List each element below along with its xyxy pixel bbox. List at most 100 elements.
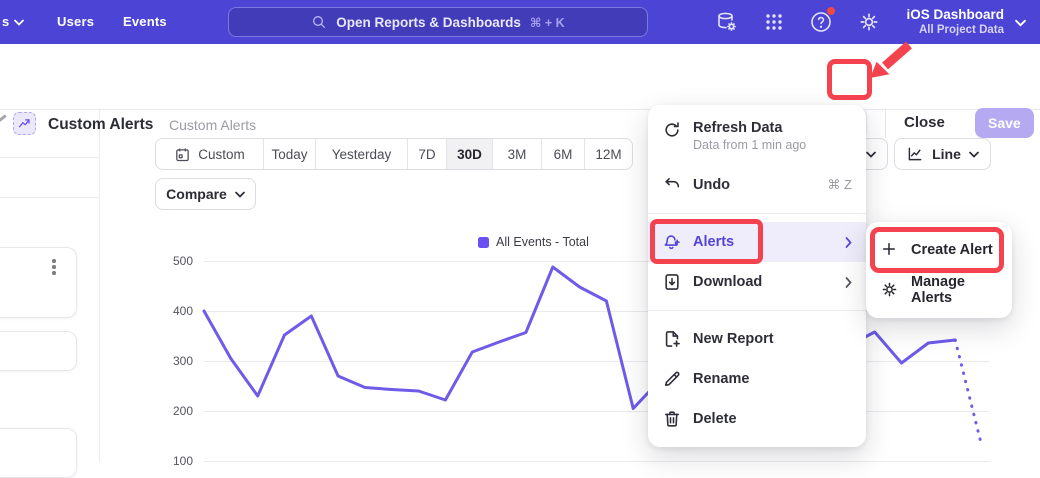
gridline (204, 411, 990, 412)
date-range-7d[interactable]: 7D (408, 139, 447, 169)
left-panel-separator (0, 197, 99, 198)
date-range-label: 3M (508, 147, 527, 162)
insights-report-icon (13, 112, 36, 135)
menu-label: Undo (693, 177, 730, 193)
chevron-down-icon (14, 19, 24, 26)
submenu-label: Create Alert (911, 242, 993, 258)
left-panel-separator (0, 157, 99, 158)
menu-refresh-subtitle: Data from 1 min ago (693, 138, 806, 152)
pencil-icon (662, 369, 682, 389)
compare-button[interactable]: Compare (155, 178, 256, 210)
y-axis-tick: 200 (150, 404, 193, 418)
nav-item-events[interactable]: Events (123, 14, 167, 29)
breadcrumb: Custom Alerts (169, 117, 256, 133)
project-data-scope: All Project Data (906, 23, 1004, 37)
chevron-down-icon (235, 191, 245, 198)
submenu-label: Manage Alerts (911, 274, 998, 306)
menu-item-undo[interactable]: Undo ⌘ Z (648, 165, 866, 205)
search-input[interactable]: Open Reports & Dashboards ⌘ + K (228, 7, 648, 37)
legend-color-swatch (478, 237, 489, 248)
apps-grid-icon[interactable] (762, 10, 786, 34)
menu-item-download[interactable]: Download (648, 262, 866, 302)
nav-item-users[interactable]: Users (57, 14, 94, 29)
search-placeholder: Open Reports & Dashboards (336, 15, 521, 30)
alerts-submenu: Create Alert Manage Alerts (866, 222, 1012, 318)
menu-item-rename[interactable]: Rename (648, 359, 866, 399)
chevron-down-icon (969, 151, 979, 158)
submenu-item-create-alert[interactable]: Create Alert (866, 230, 1012, 270)
date-range-yesterday[interactable]: Yesterday (316, 139, 408, 169)
submenu-item-manage-alerts[interactable]: Manage Alerts (866, 270, 1012, 310)
line-chart-icon (906, 145, 924, 163)
chart-type-button[interactable]: Line (894, 138, 991, 170)
date-range-today[interactable]: Today (264, 139, 316, 169)
menu-divider (648, 213, 866, 214)
menu-label: New Report (693, 331, 774, 347)
notification-badge (826, 6, 836, 16)
chevron-down-icon (1015, 19, 1026, 27)
more-options-menu: Refresh Data Data from 1 min ago Undo ⌘ … (648, 105, 866, 447)
truncated-nav-item[interactable]: s (2, 14, 9, 29)
date-range-3m[interactable]: 3M (493, 139, 542, 169)
save-button[interactable]: Save (975, 108, 1034, 138)
refresh-icon (662, 120, 682, 140)
alert-bell-icon (662, 232, 682, 252)
menu-label: Refresh Data (693, 120, 806, 136)
plus-icon (880, 240, 900, 260)
menu-item-alerts[interactable]: Alerts (648, 222, 866, 262)
y-axis-tick: 100 (150, 454, 193, 468)
chevron-right-icon (845, 237, 852, 248)
header-divider (885, 108, 886, 138)
kebab-menu-icon[interactable] (50, 257, 58, 277)
gear-icon (880, 280, 900, 300)
chart-type-label: Line (932, 146, 961, 162)
search-shortcut: ⌘ + K (530, 15, 565, 30)
gridline (204, 361, 990, 362)
y-axis-tick: 300 (150, 354, 193, 368)
trash-icon (662, 409, 682, 429)
menu-divider (648, 310, 866, 311)
chevron-down-icon (866, 151, 876, 158)
collapsed-icon-fragment (0, 114, 7, 123)
data-management-icon[interactable] (714, 10, 738, 34)
menu-label: Alerts (693, 234, 734, 250)
sidebar-card[interactable] (0, 247, 77, 318)
top-navbar: s Users Events Open Reports & Dashboards… (0, 0, 1040, 44)
new-report-icon (662, 329, 682, 349)
date-range-label: 6M (554, 147, 573, 162)
date-range-30d-selected[interactable]: 30D (447, 139, 493, 169)
date-range-custom[interactable]: Custom (156, 139, 264, 169)
report-header: Custom Alerts Custom Alerts GV Duplicate… (0, 44, 1040, 110)
compare-label: Compare (166, 186, 227, 202)
dashboard-name: iOS Dashboard (906, 6, 1004, 23)
date-range-label: 7D (418, 147, 435, 162)
close-button[interactable]: Close (904, 114, 945, 131)
chevron-right-icon (845, 277, 852, 288)
calendar-icon (174, 146, 191, 163)
date-range-control: Custom Today Yesterday 7D 30D 3M 6M 12M (155, 138, 633, 170)
page-title: Custom Alerts (48, 116, 153, 134)
keyboard-shortcut: ⌘ Z (827, 177, 852, 193)
sidebar-card[interactable] (0, 428, 77, 478)
menu-item-new-report[interactable]: New Report (648, 319, 866, 359)
date-range-label: Today (271, 147, 307, 162)
menu-label: Rename (693, 371, 749, 387)
date-range-12m[interactable]: 12M (585, 139, 632, 169)
chart-legend[interactable]: All Events - Total (478, 235, 589, 249)
menu-item-delete[interactable]: Delete (648, 399, 866, 439)
left-panel-divider (99, 110, 100, 462)
menu-label: Delete (693, 411, 737, 427)
date-range-label: Yesterday (332, 147, 392, 162)
date-range-label: 12M (595, 147, 621, 162)
menu-label: Download (693, 274, 762, 290)
search-icon (311, 14, 327, 30)
sidebar-card[interactable] (0, 331, 77, 371)
project-switcher[interactable]: iOS Dashboard All Project Data (906, 6, 1004, 37)
menu-item-refresh-data[interactable]: Refresh Data Data from 1 min ago (648, 113, 866, 165)
y-axis-tick: 400 (150, 304, 193, 318)
date-range-label: Custom (198, 147, 245, 162)
legend-label: All Events - Total (496, 235, 589, 249)
y-axis-tick: 500 (150, 254, 193, 268)
gear-icon[interactable] (857, 10, 881, 34)
date-range-6m[interactable]: 6M (542, 139, 585, 169)
